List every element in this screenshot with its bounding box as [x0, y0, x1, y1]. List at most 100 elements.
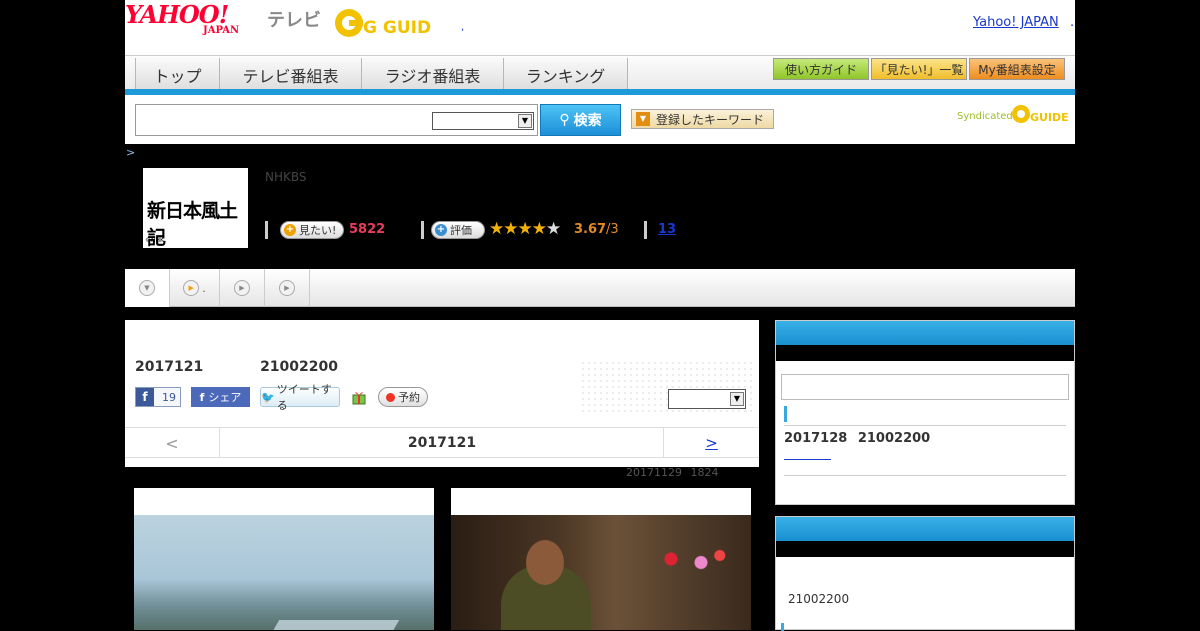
- tab-radio-schedule[interactable]: ラジオ番組表: [362, 58, 504, 92]
- syndicated-gguide-logo-text: GUIDE: [1030, 111, 1068, 124]
- rate-button[interactable]: + 評価: [431, 221, 485, 239]
- search-button-label: 検索: [573, 113, 602, 129]
- divider: [644, 221, 647, 239]
- gguide-logo[interactable]: G GUIDE: [335, 6, 431, 40]
- channel-name: NHKBS: [265, 170, 307, 184]
- rating-score: 3.67: [574, 222, 607, 237]
- my-schedule-button[interactable]: My番組表設定: [969, 58, 1065, 80]
- river-shape: [268, 620, 400, 630]
- star-icon: ★: [489, 219, 504, 239]
- search-button[interactable]: ⚲ 検索: [540, 104, 621, 136]
- divider: [421, 221, 424, 239]
- interior-image: [451, 515, 751, 630]
- play-icon: ▶: [234, 280, 250, 296]
- plus-icon: +: [284, 224, 296, 236]
- flowers-shape: [656, 545, 731, 580]
- breadcrumb[interactable]: >: [126, 146, 135, 159]
- share-label: シェア: [208, 391, 242, 404]
- chevron-down-icon: ▼: [518, 114, 532, 128]
- tab-four[interactable]: ▶: [265, 269, 310, 307]
- header-trailing-dot: .: [1070, 15, 1075, 30]
- tab-top[interactable]: トップ: [135, 58, 220, 92]
- updated-timestamp: 20171129 1824: [626, 466, 719, 479]
- chevron-down-icon: ▼: [730, 392, 744, 406]
- rating-max: /3: [606, 222, 619, 237]
- tab-ranking[interactable]: ランキング: [504, 58, 628, 92]
- tab-tv-schedule[interactable]: テレビ番組表: [220, 58, 362, 92]
- tab-episodes[interactable]: ▶ .: [170, 269, 220, 307]
- rate-label: 評価: [450, 224, 472, 237]
- record-icon: [386, 392, 395, 402]
- tab-episodes-label: .: [202, 281, 206, 295]
- facebook-share-button[interactable]: f シェア: [191, 387, 250, 407]
- gift-icon[interactable]: [351, 389, 367, 405]
- program-thumbnail[interactable]: 新日本風土記 ©NHK: [143, 168, 248, 249]
- facebook-icon: f: [199, 390, 205, 404]
- twitter-bird-icon: 🐦: [261, 390, 275, 404]
- prev-date-button[interactable]: <: [125, 428, 220, 458]
- review-count-link[interactable]: 13: [658, 222, 676, 237]
- registered-keywords-button[interactable]: ▼ 登録したキーワード: [631, 109, 774, 129]
- tv-label: テレビ: [267, 10, 321, 31]
- star-icon: ★: [503, 219, 518, 239]
- facebook-like-count: 19: [162, 390, 176, 404]
- mitai-label: 見たい!: [299, 224, 337, 237]
- yahoo-logo-sub: JAPAN: [203, 25, 240, 36]
- tweet-button[interactable]: 🐦 ツイートする: [260, 383, 340, 412]
- thumbnail-credit: ©NHK: [145, 237, 164, 244]
- site-header: YAHOO! JAPAN テレビ G GUIDE , Yahoo! JAPAN …: [125, 0, 1075, 55]
- reserve-button[interactable]: 予約: [378, 387, 428, 407]
- sidebar-broadcast: 21002200: [775, 516, 1075, 631]
- landscape-image: [134, 515, 434, 630]
- divider: [784, 475, 1066, 476]
- mitai-button[interactable]: + 見たい!: [280, 221, 344, 239]
- facebook-icon: f: [136, 388, 154, 406]
- plus-icon: +: [435, 224, 447, 236]
- sidebar-header: [776, 321, 1074, 345]
- date-navigation: < 2017121 >: [125, 427, 759, 458]
- reserve-label: 予約: [398, 391, 420, 404]
- star-icon: ★: [531, 219, 547, 239]
- tweet-label: ツイートする: [276, 383, 332, 412]
- star-icon: ★: [517, 219, 533, 239]
- divider: [265, 221, 268, 239]
- play-icon: ▶: [279, 280, 295, 296]
- sidebar-input[interactable]: [781, 374, 1069, 400]
- divider: [784, 425, 1066, 426]
- sidebar-next-episode: 2017128 21002200: [775, 320, 1075, 505]
- mitai-list-button[interactable]: 「見たい!」一覧: [871, 58, 967, 80]
- chevron-down-icon: ▼: [139, 280, 155, 296]
- search-bar: ▼ ⚲ 検索 ▼ 登録したキーワード Syndicated GUIDE: [125, 95, 1075, 144]
- sidebar-episode-text: 2017128 21002200: [784, 431, 931, 446]
- registered-keywords-label: 登録したキーワード: [656, 112, 765, 127]
- sidebar-link[interactable]: [784, 459, 831, 460]
- star-empty-icon: ★: [546, 219, 561, 239]
- sidebar-header-band: [776, 541, 1074, 557]
- current-date: 2017121: [407, 435, 477, 451]
- header-dot: ,: [461, 22, 465, 33]
- person-head-shape: [526, 540, 564, 585]
- rating-stars: ★★★★★: [489, 219, 561, 239]
- sidebar-header-band: [776, 345, 1074, 361]
- syndicated-gguide-logo: GUIDE: [1012, 105, 1068, 124]
- search-icon: ⚲: [559, 112, 570, 128]
- sidebar-time-text: 21002200: [788, 592, 850, 606]
- play-icon: ▶: [183, 280, 200, 296]
- sidebar-header: [776, 517, 1074, 541]
- yahoo-logo[interactable]: YAHOO!: [125, 3, 229, 27]
- tab-overview[interactable]: ▼: [125, 269, 170, 307]
- episode-select[interactable]: ▼: [668, 389, 746, 409]
- episode-photo-landscape[interactable]: [134, 488, 434, 630]
- search-genre-select[interactable]: ▼: [432, 112, 534, 130]
- guide-button[interactable]: 使い方ガイド: [773, 58, 869, 80]
- facebook-like-button[interactable]: f 19: [135, 387, 181, 407]
- yahoo-japan-link[interactable]: Yahoo! JAPAN: [973, 15, 1059, 30]
- triangle-down-icon: ▼: [636, 112, 650, 126]
- tab-three[interactable]: ▶: [220, 269, 265, 307]
- episode-title: 2017121 21002200: [135, 359, 338, 375]
- syndicated-label: Syndicated: [957, 111, 1013, 122]
- gguide-logo-text: G GUIDE: [363, 18, 431, 38]
- program-tabstrip: ▼ ▶ . ▶ ▶: [125, 269, 1075, 307]
- next-date-link[interactable]: >: [663, 428, 759, 458]
- episode-photo-interior[interactable]: [451, 488, 751, 630]
